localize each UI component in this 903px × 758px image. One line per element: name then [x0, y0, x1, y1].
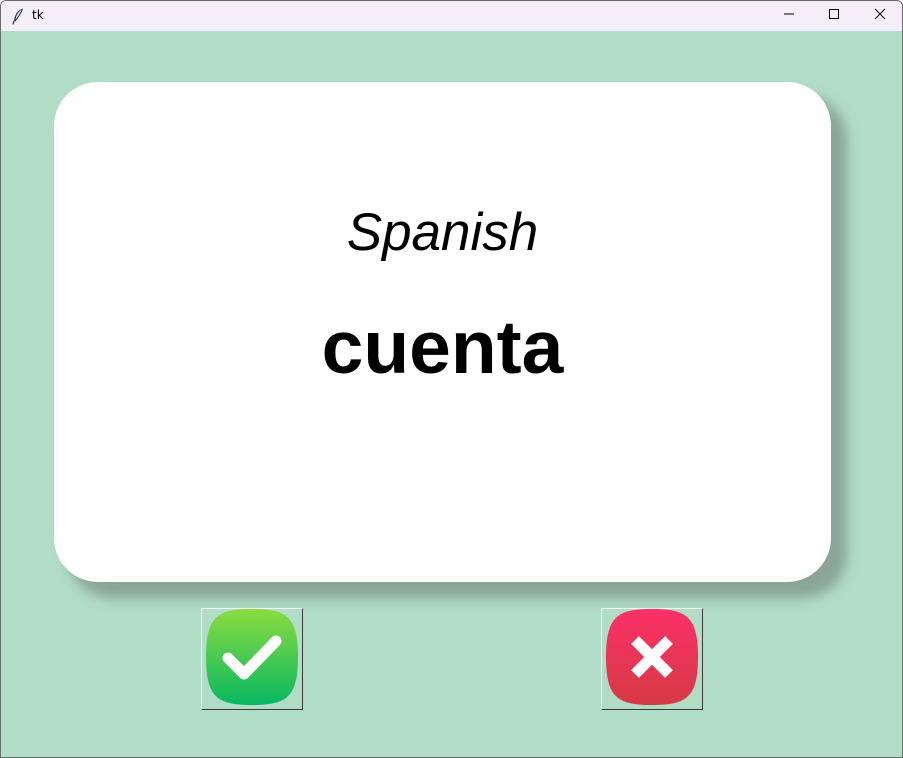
card-language-title: Spanish [346, 203, 539, 262]
x-icon [604, 608, 700, 711]
card-word: cuenta [321, 305, 564, 389]
maximize-button[interactable] [811, 1, 856, 31]
checkmark-icon [204, 608, 300, 711]
main-canvas: Spanish cuenta [1, 31, 902, 757]
feather-icon [12, 8, 24, 25]
close-icon [874, 7, 886, 25]
flash-card: Spanish cuenta [54, 82, 831, 582]
close-button[interactable] [857, 1, 902, 31]
wrong-answer-button[interactable] [601, 608, 703, 710]
minimize-icon [783, 7, 795, 25]
title-bar[interactable]: tk [1, 1, 902, 31]
right-answer-button[interactable] [201, 608, 303, 710]
window-title: tk [32, 8, 44, 22]
minimize-button[interactable] [766, 1, 811, 31]
maximize-icon [828, 7, 840, 25]
app-window: tk Spanish cuenta [0, 0, 903, 758]
